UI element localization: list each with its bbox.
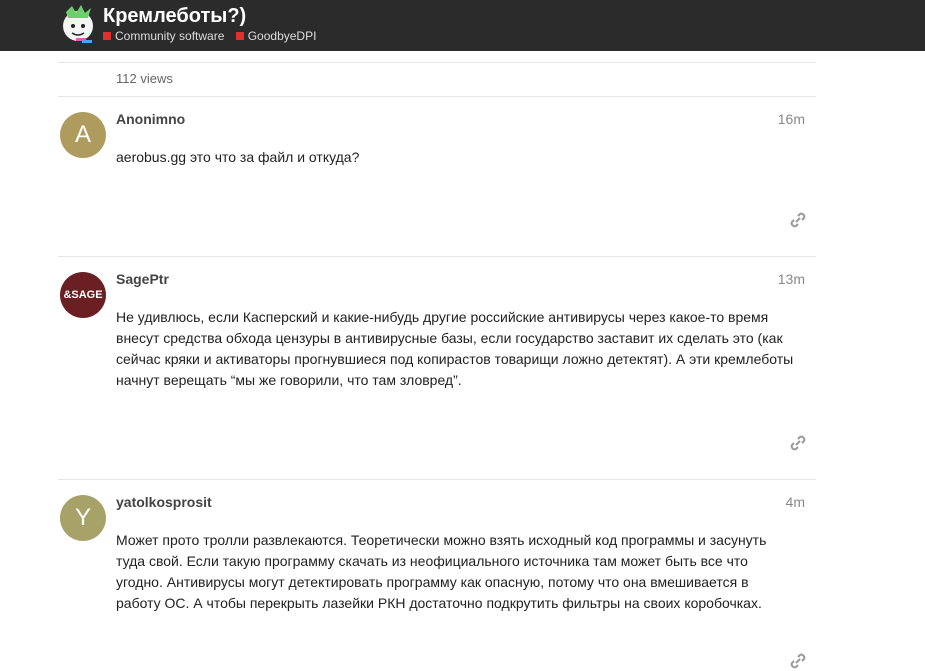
divider [58, 96, 816, 97]
link-icon[interactable] [788, 433, 808, 453]
link-icon[interactable] [788, 651, 808, 671]
category-color-square [103, 32, 111, 40]
post-time[interactable]: 16m [778, 111, 805, 127]
post-username[interactable]: yatolkosprosit [116, 494, 212, 510]
post-time[interactable]: 13m [778, 271, 805, 287]
topic-title[interactable]: Кремлеботы?) [103, 5, 246, 28]
category-breadcrumb: Community software GoodbyeDPI [103, 29, 324, 43]
post-username[interactable]: Anonimno [116, 111, 185, 127]
divider [58, 62, 816, 63]
post-body: aerobus.gg это что за файл и откуда? [116, 149, 360, 165]
category-label[interactable]: GoodbyeDPI [248, 29, 317, 43]
avatar[interactable]: Y [60, 495, 106, 541]
avatar[interactable]: &SAGE [60, 272, 106, 318]
category-color-square [235, 32, 244, 40]
avatar[interactable]: A [60, 112, 106, 158]
post-body: Не удивлюсь, если Касперский и какие-ниб… [116, 309, 794, 388]
divider [58, 256, 816, 257]
post-body: Может прото тролли развлекаются. Теорети… [116, 532, 767, 611]
category-goodbyedpi[interactable]: GoodbyeDPI [235, 29, 317, 43]
post-time[interactable]: 4m [786, 494, 805, 510]
site-logo-icon[interactable] [56, 2, 100, 46]
views-count: 112 views [116, 71, 173, 86]
top-header: Кремлеботы?) Community software GoodbyeD… [0, 0, 925, 51]
category-label[interactable]: Community software [115, 29, 224, 43]
divider [58, 479, 816, 480]
link-icon[interactable] [788, 210, 808, 230]
post-username[interactable]: SagePtr [116, 271, 169, 287]
category-community-software[interactable]: Community software [103, 29, 224, 43]
